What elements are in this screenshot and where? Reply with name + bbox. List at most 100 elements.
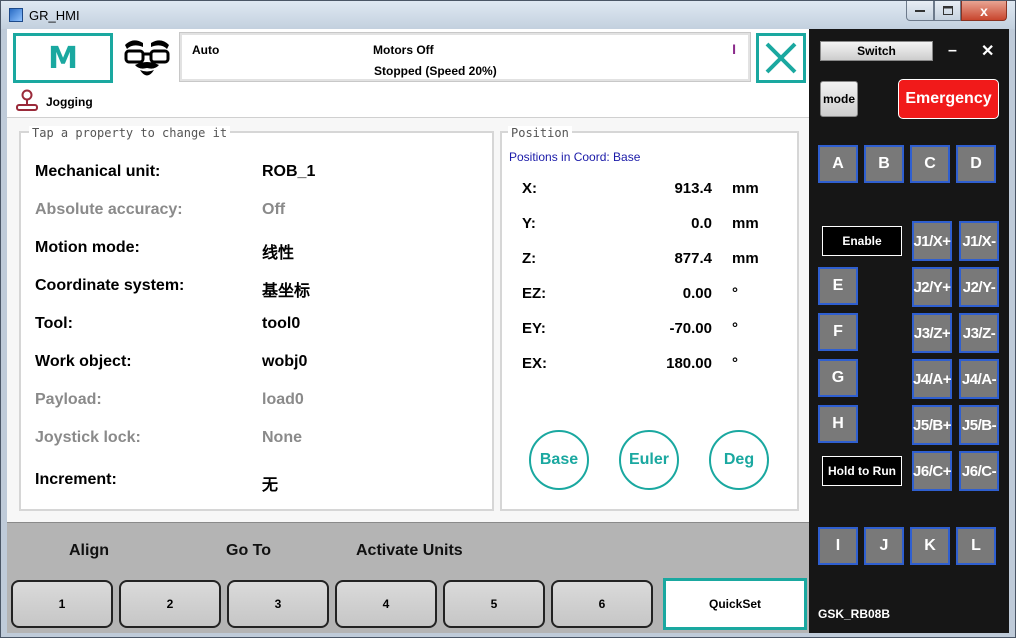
tab-4[interactable]: 4 — [335, 580, 437, 628]
axis-unit: ° — [732, 285, 738, 302]
activate-units-button[interactable]: Activate Units — [356, 542, 463, 560]
key-h[interactable]: H — [818, 405, 858, 443]
property-value: 基坐标 — [262, 283, 311, 300]
view-title: Jogging — [46, 95, 93, 109]
go-to-button[interactable]: Go To — [226, 542, 271, 560]
emergency-stop-button[interactable]: Emergency — [898, 79, 999, 119]
axis-unit: mm — [732, 180, 759, 197]
jog-j5-minus-button[interactable]: J5/B- — [959, 405, 999, 445]
property-name: Joystick lock: — [35, 429, 141, 446]
axis-unit: ° — [732, 320, 738, 337]
cursor-status-icon: I — [732, 41, 736, 57]
position-panel: Position Positions in Coord: Base X: 913.… — [500, 126, 799, 511]
axis-value: 0.00 — [682, 285, 712, 302]
close-window-button[interactable]: x — [961, 1, 1007, 21]
tab-bar: 1 2 3 4 5 6 QuickSet — [7, 574, 809, 633]
app-window: GR_HMI x M Auto Motors Off Stopped (Spee… — [0, 0, 1016, 638]
close-view-button[interactable] — [756, 33, 806, 83]
coord-base-button[interactable]: Base — [529, 430, 589, 490]
mode-logo-button[interactable]: M — [13, 33, 113, 83]
panel-minimize-button[interactable]: – — [948, 42, 957, 60]
key-k[interactable]: K — [910, 527, 950, 565]
axis-name: Z: — [522, 250, 537, 267]
property-name: Tool: — [35, 315, 73, 332]
jog-j2-minus-button[interactable]: J2/Y- — [959, 267, 999, 307]
orientation-euler-button[interactable]: Euler — [619, 430, 679, 490]
tab-3[interactable]: 3 — [227, 580, 329, 628]
key-b[interactable]: B — [864, 145, 904, 183]
position-row-z: Z: 877.4 mm — [502, 250, 797, 270]
axis-value: -70.00 — [669, 320, 712, 337]
minimize-window-button[interactable] — [906, 1, 934, 21]
program-state: Stopped (Speed 20%) — [374, 64, 497, 78]
teach-pendant-panel: Switch – ✕ mode Emergency A B C D Enable… — [809, 29, 1009, 633]
switch-button[interactable]: Switch — [820, 41, 933, 61]
mode-button[interactable]: mode — [820, 81, 858, 117]
panel-close-button[interactable]: ✕ — [981, 41, 994, 61]
position-row-x: X: 913.4 mm — [502, 180, 797, 200]
jog-j2-plus-button[interactable]: J2/Y+ — [912, 267, 952, 307]
jog-j3-minus-button[interactable]: J3/Z- — [959, 313, 999, 353]
properties-panel: Tap a property to change it Mechanical u… — [19, 126, 494, 511]
operating-mode: Auto — [192, 43, 220, 57]
property-name: Work object: — [35, 353, 132, 370]
key-l[interactable]: L — [956, 527, 996, 565]
key-g[interactable]: G — [818, 359, 858, 397]
jog-j3-plus-button[interactable]: J3/Z+ — [912, 313, 952, 353]
client-area: M Auto Motors Off Stopped (Speed 20%) I — [7, 29, 1009, 633]
property-value: 线性 — [262, 245, 295, 262]
motors-state: Motors Off — [373, 43, 434, 57]
key-c[interactable]: C — [910, 145, 950, 183]
position-row-y: Y: 0.0 mm — [502, 215, 797, 235]
tab-quickset[interactable]: QuickSet — [663, 578, 807, 630]
action-bar: Align Go To Activate Units — [7, 522, 809, 574]
tab-5[interactable]: 5 — [443, 580, 545, 628]
align-button[interactable]: Align — [69, 542, 109, 560]
tab-6[interactable]: 6 — [551, 580, 653, 628]
property-name: Payload: — [35, 391, 102, 408]
axis-unit: mm — [732, 215, 759, 232]
axis-name: EZ: — [522, 285, 547, 302]
jog-j1-minus-button[interactable]: J1/X- — [959, 221, 999, 261]
enable-button[interactable]: Enable — [822, 226, 902, 256]
maximize-icon — [942, 6, 953, 15]
position-row-ez: EZ: 0.00 ° — [502, 285, 797, 305]
key-e[interactable]: E — [818, 267, 858, 305]
key-i[interactable]: I — [818, 527, 858, 565]
maximize-window-button[interactable] — [934, 1, 961, 21]
jog-j4-plus-button[interactable]: J4/A+ — [912, 359, 952, 399]
key-j[interactable]: J — [864, 527, 904, 565]
properties-title: Tap a property to change it — [29, 126, 231, 140]
jog-j6-minus-button[interactable]: J6/C- — [959, 451, 999, 491]
property-value: wobj0 — [262, 353, 308, 370]
title-bar[interactable]: GR_HMI x — [1, 1, 1015, 29]
property-value: None — [262, 429, 302, 446]
window-controls: x — [906, 1, 1007, 21]
jog-j5-plus-button[interactable]: J5/B+ — [912, 405, 952, 445]
tab-1[interactable]: 1 — [11, 580, 113, 628]
property-value: Off — [262, 201, 286, 218]
hold-to-run-button[interactable]: Hold to Run — [822, 456, 902, 486]
minimize-icon — [915, 9, 925, 12]
position-row-ey: EY: -70.00 ° — [502, 320, 797, 340]
position-title: Position — [508, 126, 572, 140]
axis-value: 877.4 — [674, 250, 712, 267]
status-bar[interactable]: Auto Motors Off Stopped (Speed 20%) I — [179, 32, 751, 82]
jog-j4-minus-button[interactable]: J4/A- — [959, 359, 999, 399]
key-d[interactable]: D — [956, 145, 996, 183]
tab-2[interactable]: 2 — [119, 580, 221, 628]
property-name: Coordinate system: — [35, 277, 185, 294]
property-value: load0 — [262, 391, 304, 408]
axis-unit: ° — [732, 355, 738, 372]
angle-unit-deg-button[interactable]: Deg — [709, 430, 769, 490]
property-name: Motion mode: — [35, 239, 140, 256]
axis-name: Y: — [522, 215, 536, 232]
close-x-icon — [765, 42, 797, 74]
jog-j1-plus-button[interactable]: J1/X+ — [912, 221, 952, 261]
operator-face-icon — [124, 40, 170, 76]
key-a[interactable]: A — [818, 145, 858, 183]
robot-model-label: GSK_RB08B — [818, 607, 891, 621]
key-f[interactable]: F — [818, 313, 858, 351]
jog-j6-plus-button[interactable]: J6/C+ — [912, 451, 952, 491]
joystick-icon — [16, 89, 38, 111]
